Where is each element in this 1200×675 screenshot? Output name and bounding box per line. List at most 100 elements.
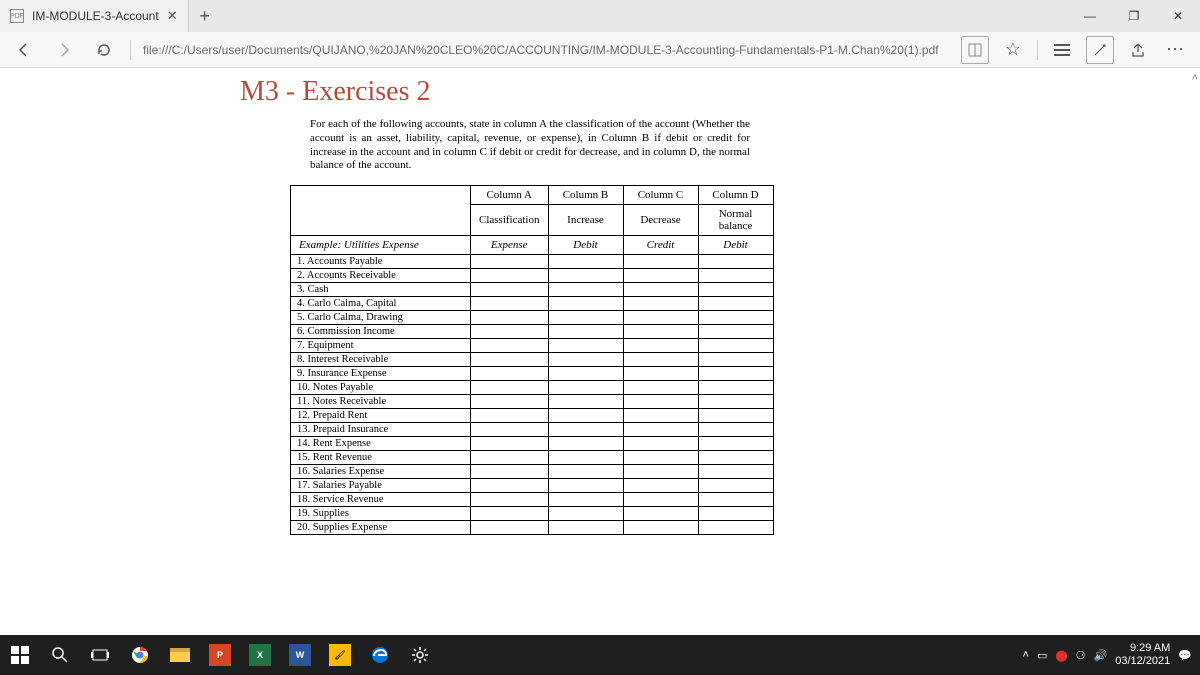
paint-icon[interactable]: 🖌	[320, 635, 360, 675]
refresh-button[interactable]	[90, 36, 118, 64]
blank-cell	[623, 409, 698, 423]
security-icon[interactable]: ⬤	[1055, 649, 1067, 662]
powerpoint-icon[interactable]: P	[200, 635, 240, 675]
header-blank	[291, 186, 471, 236]
account-name: 17. Salaries Payable	[291, 479, 471, 493]
tab-title: IM-MODULE-3-Account	[32, 9, 159, 23]
forward-button[interactable]	[50, 36, 78, 64]
edge-icon[interactable]	[360, 635, 400, 675]
notifications-icon[interactable]: 💬	[1178, 649, 1192, 662]
chrome-icon[interactable]	[120, 635, 160, 675]
table-row: 19. Supplies	[291, 507, 774, 521]
toolbar: file:///C:/Users/user/Documents/QUIJANO,…	[0, 32, 1200, 68]
share-icon[interactable]	[1124, 36, 1152, 64]
blank-cell	[698, 269, 773, 283]
account-name: 13. Prepaid Insurance	[291, 423, 471, 437]
blank-cell	[548, 465, 623, 479]
blank-cell	[698, 325, 773, 339]
browser-tab[interactable]: PDF IM-MODULE-3-Account ✕	[0, 0, 189, 32]
blank-cell	[698, 311, 773, 325]
blank-cell	[471, 479, 549, 493]
blank-cell	[623, 339, 698, 353]
blank-cell	[471, 409, 549, 423]
blank-cell	[471, 507, 549, 521]
more-icon[interactable]: ⋯	[1162, 36, 1190, 64]
table-row: 10. Notes Payable	[291, 381, 774, 395]
blank-cell	[471, 297, 549, 311]
blank-cell	[471, 381, 549, 395]
account-name: 18. Service Revenue	[291, 493, 471, 507]
blank-cell	[623, 367, 698, 381]
blank-cell	[623, 479, 698, 493]
table-row: 14. Rent Expense	[291, 437, 774, 451]
blank-cell	[548, 409, 623, 423]
account-name: 16. Salaries Expense	[291, 465, 471, 479]
tray-chevron-icon[interactable]: ˄	[1023, 649, 1029, 661]
start-button[interactable]	[0, 635, 40, 675]
blank-cell	[698, 521, 773, 535]
subheader-normal: Normal balance	[698, 205, 773, 236]
blank-cell	[471, 493, 549, 507]
tab-close-icon[interactable]: ✕	[167, 8, 178, 24]
reading-list-icon[interactable]	[1048, 36, 1076, 64]
blank-cell	[548, 451, 623, 465]
word-icon[interactable]: W	[280, 635, 320, 675]
blank-cell	[548, 367, 623, 381]
blank-cell	[471, 339, 549, 353]
account-name: 7. Equipment	[291, 339, 471, 353]
task-view-icon[interactable]	[80, 635, 120, 675]
blank-cell	[698, 493, 773, 507]
excel-icon[interactable]: X	[240, 635, 280, 675]
table-row: 2. Accounts Receivable	[291, 269, 774, 283]
blank-cell	[471, 465, 549, 479]
header-col-d: Column D	[698, 186, 773, 205]
maximize-button[interactable]: ❐	[1112, 0, 1156, 32]
blank-cell	[471, 255, 549, 269]
reading-view-icon[interactable]	[961, 36, 989, 64]
volume-icon[interactable]: 🔊	[1094, 649, 1108, 662]
blank-cell	[548, 507, 623, 521]
account-name: 3. Cash	[291, 283, 471, 297]
blank-cell	[698, 255, 773, 269]
new-tab-button[interactable]: +	[189, 6, 221, 27]
clock[interactable]: 9:29 AM 03/12/2021	[1115, 642, 1170, 667]
example-c: Credit	[623, 236, 698, 255]
favorite-icon[interactable]: ☆	[999, 36, 1027, 64]
table-row: 8. Interest Receivable	[291, 353, 774, 367]
blank-cell	[471, 451, 549, 465]
account-name: 6. Commission Income	[291, 325, 471, 339]
table-row: 13. Prepaid Insurance	[291, 423, 774, 437]
blank-cell	[698, 339, 773, 353]
scroll-up-icon[interactable]: ˄	[1192, 72, 1198, 84]
blank-cell	[548, 395, 623, 409]
blank-cell	[548, 311, 623, 325]
minimize-button[interactable]: —	[1068, 0, 1112, 32]
pdf-viewport[interactable]: ˄ M3 - Exercises 2 For each of the follo…	[0, 68, 1200, 635]
blank-cell	[623, 353, 698, 367]
battery-icon[interactable]: ▭	[1037, 649, 1047, 662]
blank-cell	[698, 437, 773, 451]
blank-cell	[471, 423, 549, 437]
pdf-icon: PDF	[10, 9, 24, 23]
back-button[interactable]	[10, 36, 38, 64]
titlebar: PDF IM-MODULE-3-Account ✕ + — ❐ ✕	[0, 0, 1200, 32]
wifi-icon[interactable]: ⚆	[1076, 649, 1086, 662]
account-name: 2. Accounts Receivable	[291, 269, 471, 283]
notes-icon[interactable]	[1086, 36, 1114, 64]
account-name: 14. Rent Expense	[291, 437, 471, 451]
window-close-button[interactable]: ✕	[1156, 0, 1200, 32]
blank-cell	[698, 507, 773, 521]
address-bar[interactable]: file:///C:/Users/user/Documents/QUIJANO,…	[143, 43, 949, 57]
file-explorer-icon[interactable]	[160, 635, 200, 675]
table-row: 9. Insurance Expense	[291, 367, 774, 381]
blank-cell	[623, 507, 698, 521]
search-icon[interactable]	[40, 635, 80, 675]
header-col-c: Column C	[623, 186, 698, 205]
blank-cell	[698, 283, 773, 297]
page-heading: M3 - Exercises 2	[240, 76, 980, 108]
settings-icon[interactable]	[400, 635, 440, 675]
blank-cell	[623, 451, 698, 465]
blank-cell	[471, 311, 549, 325]
blank-cell	[548, 353, 623, 367]
table-row: 12. Prepaid Rent	[291, 409, 774, 423]
